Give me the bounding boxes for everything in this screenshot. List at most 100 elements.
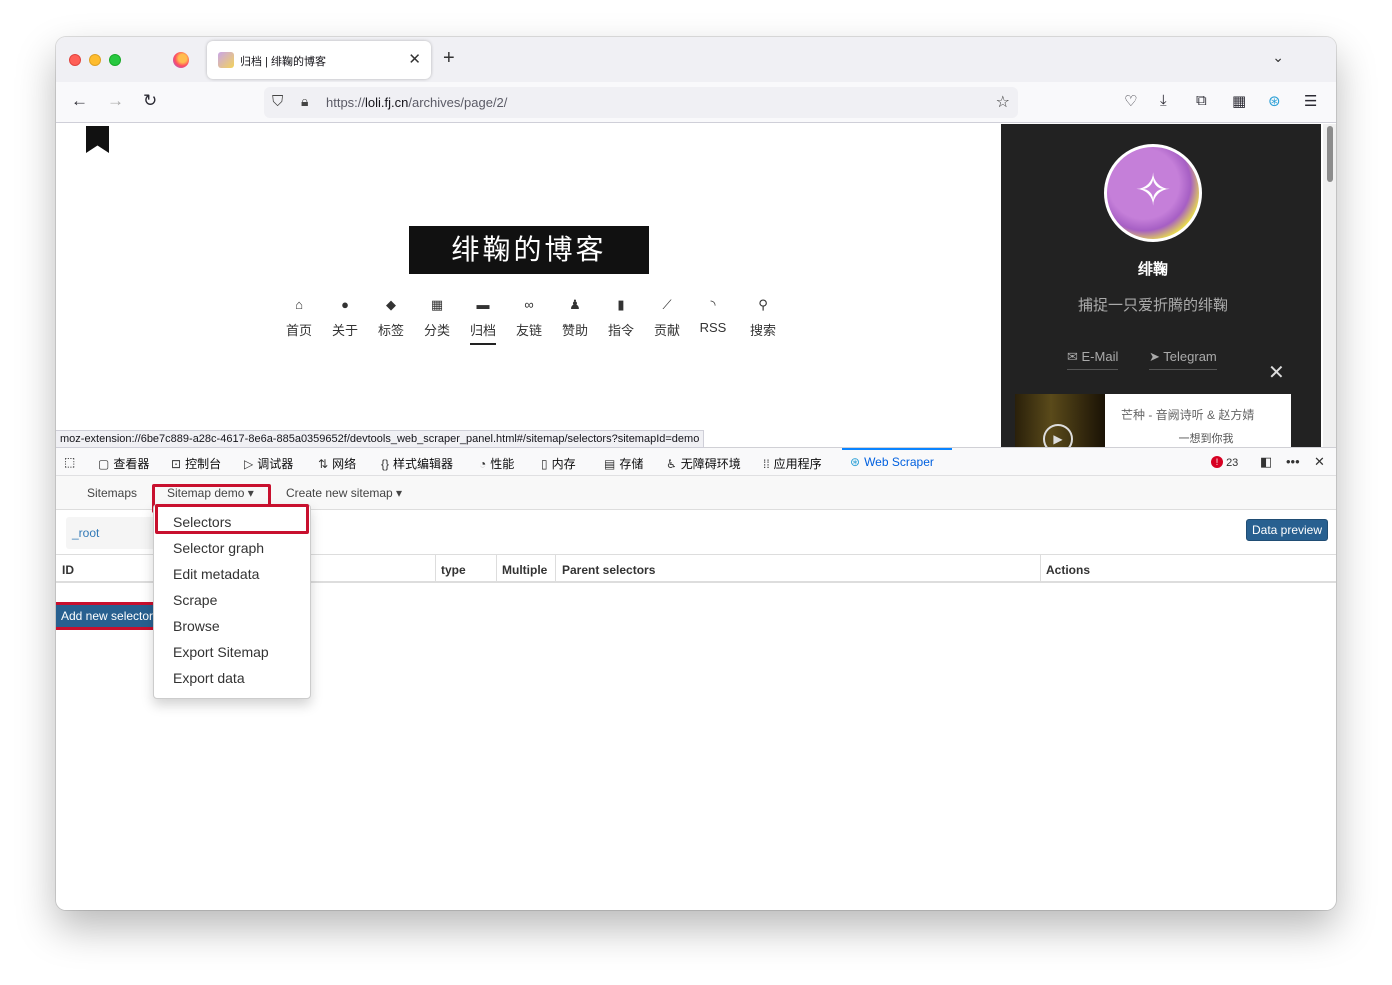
firefox-view-icon[interactable] bbox=[173, 52, 189, 68]
browser-tab-active[interactable]: 归档 | 绯鞠的博客 ✕ bbox=[207, 41, 431, 79]
search-icon: ⚲ bbox=[758, 297, 768, 312]
highlight-selectors-item bbox=[155, 504, 309, 534]
tab-web-scraper[interactable]: ⊛ Web Scraper bbox=[850, 455, 934, 469]
menu-item-archives[interactable]: ▬ 归档 bbox=[460, 296, 506, 345]
highlight-add-selector bbox=[56, 602, 157, 630]
dropdown-item-scrape[interactable]: Scrape bbox=[173, 592, 217, 608]
application-icon: ⁞⁞ bbox=[763, 457, 770, 471]
telegram-link[interactable]: ➤ Telegram bbox=[1149, 349, 1217, 370]
tab-performance[interactable]: ◔ 性能 bbox=[479, 455, 514, 472]
dock-layout-icon[interactable]: ◧ bbox=[1260, 454, 1272, 470]
downloads-icon[interactable]: ⤓ bbox=[1160, 92, 1167, 109]
menu-label: 指令 bbox=[607, 323, 634, 338]
tab-accessibility[interactable]: ♿︎ 无障碍环境 bbox=[666, 455, 741, 472]
performance-icon: ◔ bbox=[479, 457, 487, 471]
song-lyric: 一想到你我 bbox=[1178, 433, 1234, 445]
menu-item-rss[interactable]: ◝ RSS bbox=[690, 296, 736, 335]
page-scrollbar[interactable] bbox=[1323, 124, 1336, 447]
column-divider bbox=[435, 555, 436, 582]
menu-label: 友链 bbox=[515, 323, 542, 338]
user-icon: ● bbox=[341, 297, 349, 312]
new-tab-button[interactable]: + bbox=[443, 47, 455, 70]
link-icon: ∞ bbox=[524, 297, 534, 312]
dropdown-item-export-data[interactable]: Export data bbox=[173, 670, 245, 686]
email-link[interactable]: ✉ E-Mail bbox=[1067, 349, 1119, 370]
tab-close-icon[interactable]: ✕ bbox=[408, 50, 421, 68]
tab-application[interactable]: ⁞⁞ 应用程序 bbox=[763, 455, 822, 472]
tab-list-chevron-icon[interactable]: ⌄ bbox=[1272, 49, 1284, 66]
app-menu-icon[interactable]: ☰ bbox=[1304, 92, 1317, 110]
network-icon: ⇅ bbox=[318, 457, 329, 471]
reload-icon[interactable]: ↻ bbox=[143, 91, 157, 111]
scroll-thumb[interactable] bbox=[1327, 126, 1333, 182]
more-options-icon[interactable]: ••• bbox=[1286, 454, 1300, 469]
error-icon: ! bbox=[1211, 456, 1223, 468]
back-arrow-icon[interactable]: ← bbox=[71, 91, 88, 111]
close-devtools-icon[interactable]: ✕ bbox=[1314, 454, 1325, 470]
dropdown-item-export-sitemap[interactable]: Export Sitemap bbox=[173, 644, 269, 660]
menu-item-home[interactable]: ⌂ 首页 bbox=[276, 296, 322, 339]
column-multiple: Multiple bbox=[502, 563, 548, 577]
dropdown-item-selector-graph[interactable]: Selector graph bbox=[173, 540, 264, 556]
menu-item-commands[interactable]: ▮ 指令 bbox=[598, 296, 644, 339]
menu-label: 搜索 bbox=[749, 323, 776, 338]
dropdown-item-edit-metadata[interactable]: Edit metadata bbox=[173, 566, 259, 582]
tab-debugger[interactable]: ▷ 调试器 bbox=[244, 455, 293, 472]
pocket-icon[interactable]: ♡ bbox=[1124, 92, 1137, 110]
menu-item-tags[interactable]: ◆ 标签 bbox=[368, 296, 414, 339]
minimize-window-button[interactable] bbox=[89, 54, 101, 66]
email-icon: ✉ bbox=[1067, 349, 1082, 364]
menu-label: 分类 bbox=[423, 323, 450, 338]
url-text[interactable]: https://loli.fj.cn/archives/page/2/ bbox=[326, 95, 507, 110]
storage-icon: ▤ bbox=[604, 457, 616, 471]
lock-icon[interactable]: 🔒︎ bbox=[301, 93, 308, 110]
forward-arrow-icon[interactable]: → bbox=[107, 91, 124, 111]
browser-window: 归档 | 绯鞠的博客 ✕ + ⌄ ← → ↻ ⛉ 🔒︎ https://loli… bbox=[56, 37, 1336, 910]
element-picker-icon[interactable]: ⬚ bbox=[64, 455, 75, 469]
tab-storage[interactable]: ▤ 存储 bbox=[604, 455, 643, 472]
close-icon[interactable]: ✕ bbox=[1268, 360, 1285, 385]
rss-icon: ◝ bbox=[710, 297, 716, 312]
chart-icon: ⟋ bbox=[662, 297, 672, 312]
sitemap-dropdown-menu: Selectors Selector graph Edit metadata S… bbox=[153, 504, 311, 699]
url-bar[interactable]: ⛉ 🔒︎ https://loli.fj.cn/archives/page/2/… bbox=[264, 87, 1018, 118]
bookmark-flag-icon[interactable] bbox=[86, 126, 109, 153]
menu-item-categories[interactable]: ▦ 分类 bbox=[414, 296, 460, 339]
column-divider bbox=[496, 555, 497, 582]
tab-style-editor[interactable]: {} 样式编辑器 bbox=[381, 455, 453, 472]
menu-item-contribute[interactable]: ⟋ 贡献 bbox=[644, 296, 690, 339]
accessibility-icon: ♿︎ bbox=[666, 457, 677, 471]
tab-network[interactable]: ⇅ 网络 bbox=[318, 455, 356, 472]
menu-item-about[interactable]: ● 关于 bbox=[322, 296, 368, 339]
dropdown-item-browse[interactable]: Browse bbox=[173, 618, 220, 634]
menu-label: RSS bbox=[699, 320, 727, 335]
tab-inspector[interactable]: ▢ 查看器 bbox=[98, 455, 149, 472]
bookmark-star-icon[interactable]: ☆ bbox=[996, 92, 1010, 112]
container-icon[interactable]: ▦ bbox=[1232, 92, 1246, 110]
music-player[interactable]: ▶ 芒种 - 音阙诗听 & 赵方婧 一想到你我 bbox=[1015, 394, 1291, 454]
menu-item-search[interactable]: ⚲ 搜索 bbox=[740, 296, 786, 339]
tracking-shield-icon[interactable]: ⛉ bbox=[272, 93, 283, 110]
menu-label: 标签 bbox=[377, 323, 404, 338]
data-preview-button[interactable]: Data preview bbox=[1246, 519, 1328, 541]
nav-sitemaps[interactable]: Sitemaps bbox=[87, 486, 137, 500]
extensions-icon[interactable]: ⧉ bbox=[1196, 92, 1207, 109]
blog-logo[interactable]: 绯鞠的博客 bbox=[409, 226, 649, 274]
breadcrumb-root[interactable]: _root bbox=[72, 526, 99, 540]
debugger-icon: ▷ bbox=[244, 457, 254, 471]
close-window-button[interactable] bbox=[69, 54, 81, 66]
web-scraper-icon: ⊛ bbox=[850, 455, 861, 469]
menu-item-donate[interactable]: ♟ 赞助 bbox=[552, 296, 598, 339]
tab-console[interactable]: ⊡ 控制台 bbox=[171, 455, 221, 472]
menu-item-links[interactable]: ∞ 友链 bbox=[506, 296, 552, 339]
web-scraper-extension-icon[interactable]: ⊛ bbox=[1268, 92, 1281, 110]
tab-memory[interactable]: ▯ 内存 bbox=[541, 455, 576, 472]
error-counter[interactable]: ! 23 bbox=[1211, 456, 1238, 469]
memory-icon: ▯ bbox=[541, 457, 548, 471]
nav-create-new-sitemap[interactable]: Create new sitemap ▾ bbox=[286, 486, 402, 500]
zoom-window-button[interactable] bbox=[109, 54, 121, 66]
archive-icon: ▬ bbox=[476, 297, 490, 312]
console-icon: ⊡ bbox=[171, 457, 182, 471]
site-favicon-icon bbox=[218, 52, 234, 68]
album-cover: ▶ bbox=[1015, 394, 1105, 454]
